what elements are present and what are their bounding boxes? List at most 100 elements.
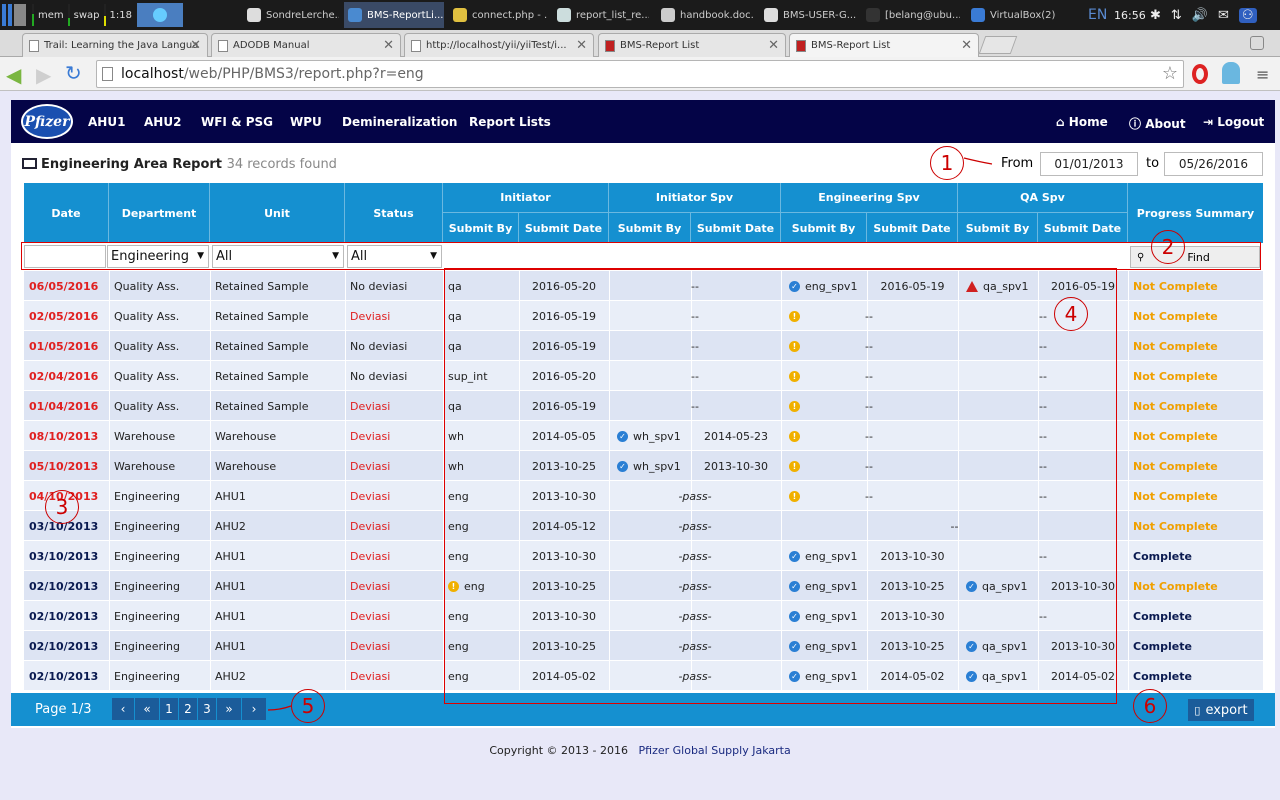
nav-ahu1[interactable]: AHU1 <box>88 115 125 129</box>
address-bar[interactable]: localhost/web/PHP/BMS3/report.php?r=eng … <box>96 60 1184 88</box>
cell-progress-text: Complete <box>1133 549 1192 563</box>
browser-tab[interactable]: ADODB Manual ✕ <box>211 33 401 57</box>
cell-progress-text: Not Complete <box>1133 309 1218 323</box>
cell-progress: Not Complete <box>1128 361 1263 391</box>
th-department[interactable]: Department <box>109 183 210 243</box>
taskbar-task[interactable]: [belang@ubu... <box>862 2 960 28</box>
first-page-button[interactable]: « <box>135 698 159 720</box>
last-page-button[interactable]: » <box>217 698 241 720</box>
close-icon[interactable]: ✕ <box>961 38 972 53</box>
nav-demineralization[interactable]: Demineralization <box>342 115 457 129</box>
cell-date-text: 02/10/2013 <box>29 609 99 623</box>
clock[interactable]: 16:56 <box>1114 0 1146 30</box>
cell-progress: Not Complete <box>1128 271 1263 301</box>
export-button[interactable]: ▯ export <box>1188 699 1254 721</box>
cell-department-text: Engineering <box>114 519 180 533</box>
taskbar-task[interactable]: VirtualBox(2) <box>967 2 1059 28</box>
cell-date-text: 08/10/2013 <box>29 429 99 443</box>
taskbar-task[interactable]: connect.php - ... <box>449 2 547 28</box>
opera-icon[interactable] <box>1192 64 1208 84</box>
new-tab-button[interactable] <box>978 36 1018 54</box>
th-qa-submit-by[interactable]: Submit By <box>958 213 1038 243</box>
nav-report-lists[interactable]: Report Lists <box>469 115 551 129</box>
browser-tab[interactable]: Trail: Learning the Java Langua ✕ <box>22 33 208 57</box>
reload-icon[interactable]: ↻ <box>65 61 82 85</box>
taskbar-task[interactable]: BMS-USER-G... <box>760 2 856 28</box>
cell-department-text: Warehouse <box>114 429 176 443</box>
power-icon[interactable]: ⚇ <box>1238 7 1257 23</box>
cell-date-text: 03/10/2013 <box>29 549 99 563</box>
cell-department: Quality Ass. <box>109 301 210 331</box>
forward-icon[interactable]: ▶ <box>36 63 51 87</box>
taskbar-task[interactable]: SondreLerche... <box>243 2 339 28</box>
th-eng-submit-date[interactable]: Submit Date <box>867 213 958 243</box>
menu-icon[interactable]: ≡ <box>1256 65 1269 84</box>
th-initiator-submit-by[interactable]: Submit By <box>443 213 519 243</box>
nav-logout[interactable]: ⇥ Logout <box>1203 115 1264 129</box>
to-date-input[interactable]: 05/26/2016 <box>1164 152 1263 176</box>
page-1-button[interactable]: 1 <box>160 698 178 720</box>
cell-unit: Retained Sample <box>210 301 345 331</box>
nav-about[interactable]: ⓘ About <box>1129 115 1186 132</box>
prev-page-button[interactable]: ‹ <box>112 698 134 720</box>
language-indicator[interactable]: EN <box>1088 0 1107 30</box>
close-icon[interactable]: ✕ <box>576 38 587 53</box>
cell-department-text: Quality Ass. <box>114 369 180 383</box>
cell-status-text: No deviasi <box>350 369 408 383</box>
clock-left: 1:18 <box>109 9 132 21</box>
cell-status-text: Deviasi <box>350 309 391 323</box>
th-unit[interactable]: Unit <box>210 183 345 243</box>
thermometer-icon <box>605 39 615 52</box>
pfizer-logo[interactable]: Pfizer <box>21 104 73 139</box>
taskbar-task[interactable]: report_list_re... <box>553 2 649 28</box>
page-3-button[interactable]: 3 <box>198 698 216 720</box>
close-icon[interactable]: ✕ <box>768 38 779 53</box>
page-2-button[interactable]: 2 <box>179 698 197 720</box>
back-icon[interactable]: ◀ <box>6 63 21 87</box>
th-qa-submit-date[interactable]: Submit Date <box>1038 213 1128 243</box>
cell-department: Engineering <box>109 481 210 511</box>
cell-status: Deviasi <box>345 391 443 421</box>
th-ispv-submit-date[interactable]: Submit Date <box>691 213 781 243</box>
cell-status: Deviasi <box>345 511 443 541</box>
annotation-box-filter <box>21 242 1261 270</box>
cell-progress-text: Not Complete <box>1133 429 1218 443</box>
cell-status: Deviasi <box>345 451 443 481</box>
profile-icon[interactable] <box>1250 36 1264 50</box>
taskbar-task[interactable]: BMS-ReportLi... <box>344 2 444 28</box>
mail-icon[interactable]: ✉ <box>1218 8 1229 23</box>
launcher-button[interactable] <box>137 3 183 27</box>
th-date[interactable]: Date <box>24 183 109 243</box>
taskbar-task[interactable]: handbook.doc... <box>657 2 753 28</box>
th-status[interactable]: Status <box>345 183 443 243</box>
network-icon[interactable]: ⇅ <box>1171 8 1182 23</box>
volume-icon[interactable]: 🔊 <box>1192 8 1208 23</box>
close-icon[interactable]: ✕ <box>383 38 394 53</box>
close-icon[interactable]: ✕ <box>190 38 201 53</box>
nav-wpu[interactable]: WPU <box>290 115 322 129</box>
page-icon <box>102 67 113 81</box>
ghostery-icon[interactable] <box>1222 62 1240 84</box>
next-page-button[interactable]: › <box>242 698 266 720</box>
bookmark-star-icon[interactable]: ☆ <box>1162 63 1178 84</box>
th-eng-submit-by[interactable]: Submit By <box>781 213 867 243</box>
cell-department: Warehouse <box>109 421 210 451</box>
nav-home[interactable]: ⌂ Home <box>1056 115 1108 129</box>
company-link[interactable]: Pfizer Global Supply Jakarta <box>639 744 791 757</box>
nav-ahu2[interactable]: AHU2 <box>144 115 181 129</box>
cell-progress: Not Complete <box>1128 331 1263 361</box>
browser-tab-label: http://localhost/yii/yiiTest/i... <box>426 40 567 51</box>
browser-tab[interactable]: BMS-Report List ✕ <box>598 33 786 57</box>
cell-unit-text: AHU1 <box>215 639 246 653</box>
browser-tab[interactable]: BMS-Report List ✕ <box>789 33 979 57</box>
browser-tab[interactable]: http://localhost/yii/yiiTest/i... ✕ <box>404 33 594 57</box>
nav-wfi-psg[interactable]: WFI & PSG <box>201 115 273 129</box>
nav-logout-label: Logout <box>1217 115 1265 129</box>
from-date-input[interactable]: 01/01/2013 <box>1040 152 1138 176</box>
cell-department-text: Engineering <box>114 579 180 593</box>
workspace-switcher[interactable] <box>2 0 30 30</box>
th-initiator-submit-date[interactable]: Submit Date <box>519 213 609 243</box>
th-ispv-submit-by[interactable]: Submit By <box>609 213 691 243</box>
bluetooth-icon[interactable]: ✱ <box>1150 8 1161 23</box>
th-progress-summary[interactable]: Progress Summary <box>1128 183 1263 243</box>
